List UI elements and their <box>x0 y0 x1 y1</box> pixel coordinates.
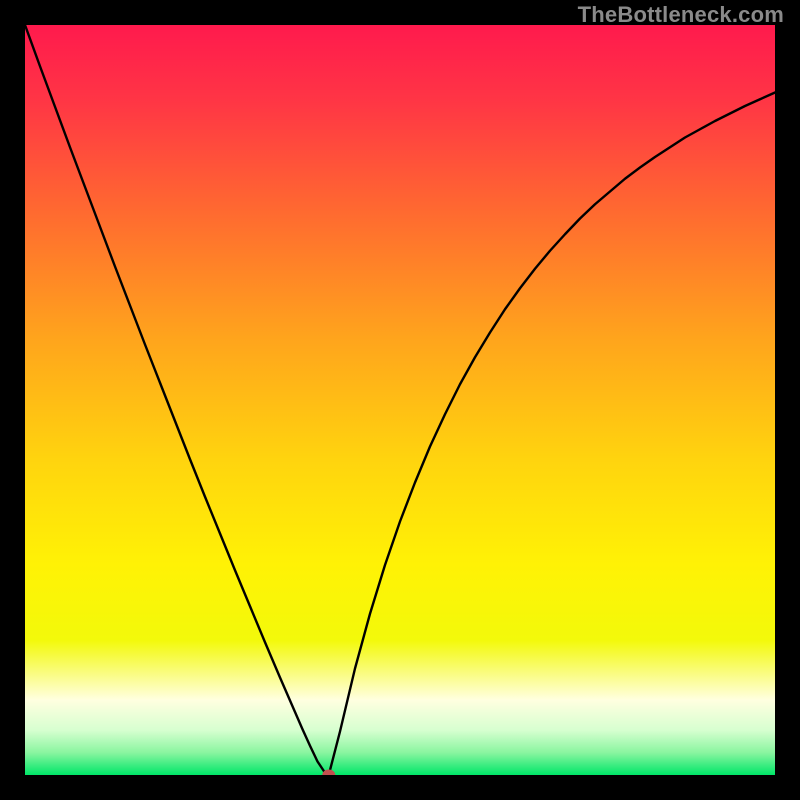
watermark-text: TheBottleneck.com <box>578 2 784 28</box>
chart-frame: TheBottleneck.com <box>0 0 800 800</box>
gradient-background <box>25 25 775 775</box>
bottleneck-chart <box>25 25 775 775</box>
